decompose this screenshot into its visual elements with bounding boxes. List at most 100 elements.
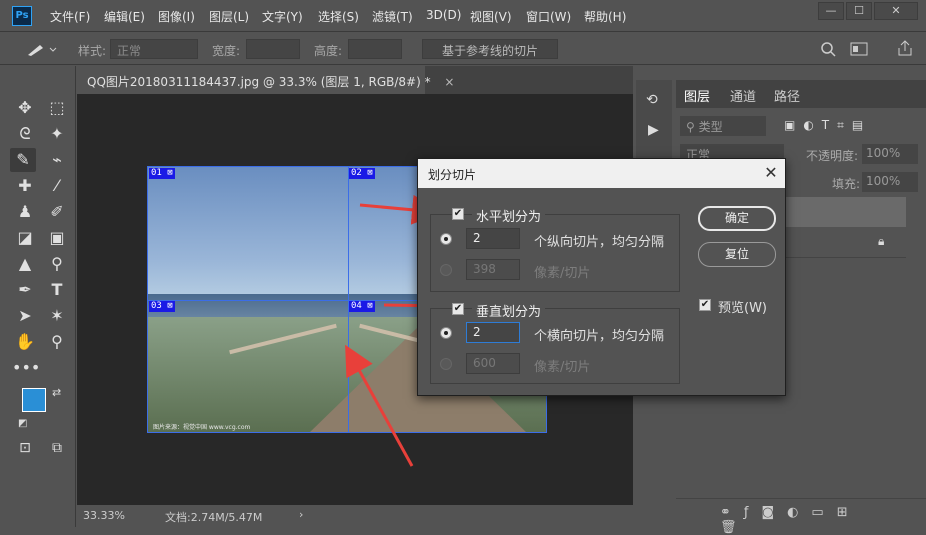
status-menu-arrow[interactable]: › bbox=[299, 508, 303, 521]
document-tab[interactable]: QQ图片20180311184437.jpg @ 33.3% (图层 1, RG… bbox=[77, 66, 454, 94]
layer-filter-icons[interactable]: ▣◐T⌗▤ bbox=[784, 118, 871, 133]
tab-channels[interactable]: 通道 bbox=[730, 86, 756, 105]
zoom-level[interactable]: 33.33% bbox=[83, 509, 125, 522]
close-window-button[interactable]: ✕ bbox=[874, 2, 918, 20]
foreground-color-swatch[interactable] bbox=[22, 388, 46, 412]
tab-layers[interactable]: 图层 bbox=[684, 86, 710, 105]
menu-file[interactable]: 文件(F) bbox=[50, 8, 90, 25]
slice-badge: 01 ⊠ bbox=[149, 168, 175, 179]
history-brush-tool-icon[interactable]: ✐ bbox=[44, 200, 70, 224]
style-select[interactable]: 正常 bbox=[110, 39, 198, 59]
ok-button[interactable]: 确定 bbox=[698, 206, 776, 231]
menu-3d[interactable]: 3D(D) bbox=[426, 8, 461, 22]
document-size: 文档:2.74M/5.47M bbox=[165, 511, 263, 524]
opacity-input[interactable]: 100% bbox=[862, 144, 918, 164]
menu-layer[interactable]: 图层(L) bbox=[209, 8, 249, 25]
clone-stamp-tool-icon[interactable]: ♟ bbox=[12, 200, 38, 224]
search-icon[interactable] bbox=[820, 41, 836, 57]
slices-from-guides-button[interactable]: 基于参考线的切片 bbox=[422, 39, 558, 59]
zoom-tool-icon[interactable]: ⚲ bbox=[44, 330, 70, 354]
photoshop-logo: Ps bbox=[12, 6, 32, 26]
vertical-checkbox[interactable]: ✔ bbox=[452, 303, 464, 315]
width-label: 宽度: bbox=[212, 44, 241, 58]
history-icon[interactable]: ⟲ bbox=[646, 92, 658, 108]
style-label: 样式: bbox=[78, 44, 107, 58]
layer-filter-select[interactable]: ⚲ 类型 bbox=[680, 116, 766, 136]
horizontal-label[interactable]: 水平划分为 bbox=[472, 206, 546, 225]
minimize-button[interactable]: — bbox=[818, 2, 844, 20]
vertical-count-radio[interactable] bbox=[440, 327, 452, 339]
horizontal-count-radio[interactable] bbox=[440, 233, 452, 245]
horizontal-pixels-radio[interactable] bbox=[440, 264, 452, 276]
type-tool-icon[interactable]: T bbox=[44, 278, 70, 302]
edit-toolbar-icon[interactable]: ••• bbox=[12, 356, 40, 380]
vertical-pixels-radio[interactable] bbox=[440, 358, 452, 370]
menu-filter[interactable]: 滤镜(T) bbox=[372, 8, 413, 25]
menu-bar: Ps 文件(F) 编辑(E) 图像(I) 图层(L) 文字(Y) 选择(S) 滤… bbox=[0, 0, 926, 32]
slice-badge: 03 ⊠ bbox=[149, 301, 175, 312]
eyedropper-tool-icon[interactable]: ⌁ bbox=[44, 148, 70, 172]
workspace-icon[interactable] bbox=[850, 41, 868, 57]
tools-panel: ✥ ⬚ ᘓ ✦ ✎ ⌁ ✚ ⁄ ♟ ✐ ◪ ▣ ▲ ⚲ ✒ T ➤ ✶ ✋ ⚲ … bbox=[0, 66, 76, 527]
blur-tool-icon[interactable]: ▲ bbox=[12, 252, 38, 276]
path-selection-tool-icon[interactable]: ➤ bbox=[12, 304, 38, 328]
height-label: 高度: bbox=[314, 44, 343, 58]
tab-paths[interactable]: 路径 bbox=[774, 86, 800, 105]
options-bar: 样式: 正常 宽度: 高度: 基于参考线的切片 bbox=[0, 33, 926, 65]
menu-edit[interactable]: 编辑(E) bbox=[104, 8, 145, 25]
quick-mask-icon[interactable]: ⊡ bbox=[12, 436, 38, 460]
dialog-title: 划分切片 bbox=[418, 159, 785, 188]
share-icon[interactable] bbox=[896, 39, 914, 57]
slice-tool-icon[interactable]: ✎ bbox=[10, 148, 36, 172]
eraser-tool-icon[interactable]: ◪ bbox=[12, 226, 38, 250]
close-tab-icon[interactable]: × bbox=[444, 75, 454, 89]
knife-icon bbox=[28, 45, 57, 56]
dialog-close-button[interactable]: ✕ bbox=[760, 163, 782, 183]
horizontal-checkbox[interactable]: ✔ bbox=[452, 208, 464, 220]
lasso-tool-icon[interactable]: ᘓ bbox=[12, 122, 38, 146]
default-colors-icon[interactable]: ◩ bbox=[18, 418, 27, 429]
swap-colors-icon[interactable]: ⇄ bbox=[52, 386, 61, 399]
hand-tool-icon[interactable]: ✋ bbox=[12, 330, 38, 354]
menu-select[interactable]: 选择(S) bbox=[318, 8, 359, 25]
vertical-pixels-label: 像素/切片 bbox=[534, 360, 591, 375]
lock-icon: 🔒︎ bbox=[878, 234, 885, 248]
horizontal-pixels-label: 像素/切片 bbox=[534, 266, 591, 281]
style-value: 正常 bbox=[117, 44, 142, 58]
menu-image[interactable]: 图像(I) bbox=[158, 8, 195, 25]
preview-label[interactable]: 预览(W) bbox=[718, 297, 767, 316]
slice-tool-preset-picker[interactable] bbox=[22, 39, 58, 59]
vertical-label[interactable]: 垂直划分为 bbox=[472, 301, 546, 320]
width-input[interactable] bbox=[246, 39, 300, 59]
custom-shape-tool-icon[interactable]: ✶ bbox=[44, 304, 70, 328]
screen-mode-icon[interactable]: ⧉ bbox=[44, 436, 70, 460]
horizontal-count-input[interactable]: 2 bbox=[466, 228, 520, 249]
gradient-tool-icon[interactable]: ▣ bbox=[44, 226, 70, 250]
pen-tool-icon[interactable]: ✒ bbox=[12, 278, 38, 302]
vertical-pixels-input[interactable]: 600 bbox=[466, 353, 520, 374]
opacity-label: 不透明度: bbox=[806, 149, 859, 163]
layers-tab-bar: 图层 通道 路径 bbox=[676, 80, 926, 108]
marquee-tool-icon[interactable]: ⬚ bbox=[44, 96, 70, 120]
magic-wand-tool-icon[interactable]: ✦ bbox=[44, 122, 70, 146]
dodge-tool-icon[interactable]: ⚲ bbox=[44, 252, 70, 276]
fill-input[interactable]: 100% bbox=[862, 172, 918, 192]
healing-brush-tool-icon[interactable]: ✚ bbox=[12, 174, 38, 198]
horizontal-count-label: 个纵向切片，均匀分隔 bbox=[534, 235, 665, 250]
brush-tool-icon[interactable]: ⁄ bbox=[44, 174, 70, 198]
height-input[interactable] bbox=[348, 39, 402, 59]
preview-checkbox[interactable]: ✔ bbox=[699, 299, 711, 311]
horizontal-pixels-input[interactable]: 398 bbox=[466, 259, 520, 280]
image-watermark: 图片来源：视觉中国 www.vcg.com bbox=[153, 424, 251, 431]
menu-view[interactable]: 视图(V) bbox=[470, 8, 512, 25]
menu-help[interactable]: 帮助(H) bbox=[584, 8, 626, 25]
menu-type[interactable]: 文字(Y) bbox=[262, 8, 303, 25]
document-title: QQ图片20180311184437.jpg @ 33.3% (图层 1, RG… bbox=[87, 75, 431, 89]
move-tool-icon[interactable]: ✥ bbox=[12, 96, 38, 120]
maximize-button[interactable]: ☐ bbox=[846, 2, 872, 20]
actions-play-icon[interactable]: ▶ bbox=[648, 122, 659, 138]
layer-actions-bar[interactable]: ⚭ƒ◙◐▭⊞🗑︎ bbox=[676, 498, 926, 535]
menu-window[interactable]: 窗口(W) bbox=[526, 8, 571, 25]
vertical-count-input[interactable]: 2 bbox=[466, 322, 520, 343]
reset-button[interactable]: 复位 bbox=[698, 242, 776, 267]
